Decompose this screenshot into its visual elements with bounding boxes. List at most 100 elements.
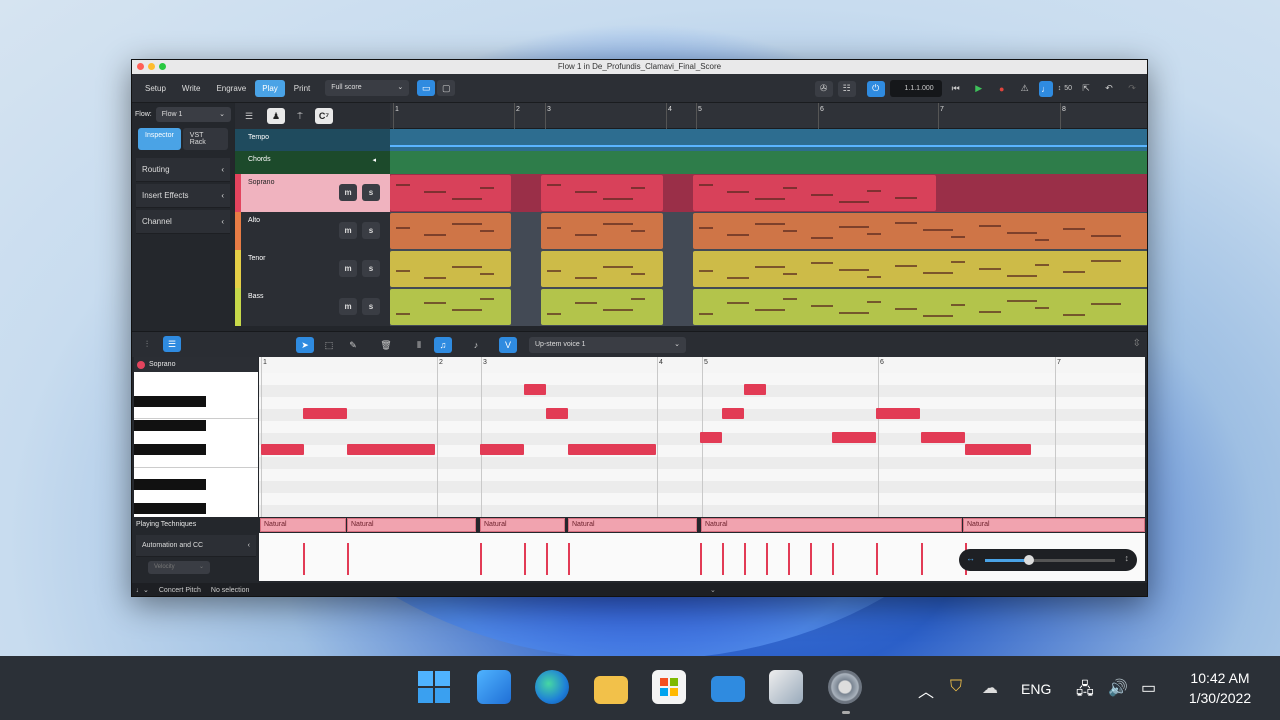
- midi-note[interactable]: [303, 408, 347, 419]
- midi-note[interactable]: [568, 444, 656, 455]
- midi-note[interactable]: [832, 432, 876, 443]
- region-block[interactable]: [541, 251, 663, 287]
- dorico-app-icon[interactable]: [769, 670, 803, 704]
- zoom-control[interactable]: ↔ ↕: [959, 549, 1137, 571]
- tab-inspector[interactable]: Inspector: [138, 128, 181, 150]
- velocity-bar[interactable]: [722, 543, 724, 575]
- power-icon[interactable]: ⏻: [866, 80, 885, 97]
- region-block[interactable]: [693, 175, 936, 211]
- volume-icon[interactable]: 🔊: [1108, 678, 1128, 698]
- velocity-bar[interactable]: [921, 543, 923, 575]
- midi-note[interactable]: [480, 444, 524, 455]
- chord-icon[interactable]: C⁷: [315, 108, 333, 124]
- midi-note[interactable]: [347, 444, 435, 455]
- waveform-icon[interactable]: ⫴: [410, 337, 428, 353]
- tab-vst-rack[interactable]: VST Rack: [182, 128, 228, 150]
- close-window-button[interactable]: [137, 63, 144, 70]
- velocity-bar[interactable]: [568, 543, 570, 575]
- velocity-bar[interactable]: [788, 543, 790, 575]
- rewind-icon[interactable]: ⏮: [947, 81, 965, 97]
- region-block[interactable]: [541, 289, 663, 325]
- region-block[interactable]: [390, 289, 511, 325]
- network-icon[interactable]: 🖧: [1076, 678, 1094, 705]
- midi-note[interactable]: [722, 408, 744, 419]
- note-icon[interactable]: ♩⌄: [136, 586, 149, 594]
- metronome-icon[interactable]: ⚠: [1016, 81, 1034, 97]
- widgets-icon[interactable]: [477, 670, 511, 704]
- note-input-icon[interactable]: ♫: [434, 337, 452, 353]
- tenor-lane[interactable]: [390, 250, 1147, 288]
- show-hidden-icons-icon[interactable]: ︿: [918, 678, 934, 702]
- track-header-soprano[interactable]: Soprano m s: [235, 174, 390, 212]
- mixer-icon[interactable]: ☷: [837, 80, 856, 97]
- concert-pitch-label[interactable]: Concert Pitch: [159, 587, 201, 594]
- chords-lane[interactable]: [390, 151, 1147, 174]
- marquee-tool-icon[interactable]: ⬚: [320, 337, 338, 353]
- zoom-slider-handle[interactable]: [1024, 555, 1034, 565]
- solo-button[interactable]: s: [362, 260, 380, 277]
- editor-tools-icon[interactable]: ☰: [163, 336, 181, 352]
- layout-select[interactable]: Full score ⌄: [325, 80, 410, 96]
- voice-icon[interactable]: V: [499, 337, 517, 353]
- mute-button[interactable]: m: [339, 260, 357, 277]
- technique-block[interactable]: Natural: [568, 518, 697, 532]
- track-header-tenor[interactable]: Tenor m s: [235, 250, 390, 288]
- battery-icon[interactable]: ▭: [1141, 678, 1156, 698]
- track-header-bass[interactable]: Bass m s: [235, 288, 390, 326]
- velocity-select[interactable]: Velocity ⌄: [148, 561, 210, 574]
- region-block[interactable]: [390, 251, 511, 287]
- bass-lane[interactable]: [390, 288, 1147, 326]
- mode-setup-button[interactable]: Setup: [138, 80, 173, 97]
- tempo-display[interactable]: ↕ 50: [1058, 85, 1072, 92]
- expand-editor-icon[interactable]: ⇳: [1133, 338, 1141, 349]
- mode-print-button[interactable]: Print: [287, 80, 317, 97]
- velocity-bar[interactable]: [832, 543, 834, 575]
- onedrive-cloud-icon[interactable]: ☁: [982, 678, 998, 698]
- pointer-tool-icon[interactable]: ➤: [296, 337, 314, 353]
- velocity-bar[interactable]: [876, 543, 878, 575]
- midi-note[interactable]: [700, 432, 722, 443]
- flow-select[interactable]: Flow 1 ⌄: [155, 107, 231, 122]
- draw-tool-icon[interactable]: ✎: [344, 337, 362, 353]
- region-block[interactable]: [693, 213, 1147, 249]
- region-block[interactable]: [693, 251, 1147, 287]
- clock[interactable]: 10:42 AM 1/30/2022: [1180, 668, 1260, 708]
- solo-button[interactable]: s: [362, 222, 380, 239]
- video-reel-icon[interactable]: ✇: [814, 80, 833, 97]
- velocity-bar[interactable]: [347, 543, 349, 575]
- midi-note[interactable]: [546, 408, 568, 419]
- page-view-icon[interactable]: ▢: [437, 80, 456, 96]
- section-channel[interactable]: Channel ‹: [136, 210, 230, 234]
- technique-block[interactable]: Natural: [347, 518, 476, 532]
- velocity-bar[interactable]: [303, 543, 305, 575]
- undo-icon[interactable]: ↶: [1100, 81, 1118, 97]
- solo-button[interactable]: s: [362, 184, 380, 201]
- note-length-icon[interactable]: ♪: [467, 337, 485, 353]
- region-block[interactable]: [390, 175, 511, 211]
- settings-gear-icon[interactable]: [828, 670, 862, 704]
- velocity-bar[interactable]: [810, 543, 812, 575]
- windows-start-icon[interactable]: [417, 670, 451, 704]
- region-block[interactable]: [541, 175, 663, 211]
- mute-button[interactable]: m: [339, 222, 357, 239]
- technique-block[interactable]: Natural: [963, 518, 1145, 532]
- minimize-window-button[interactable]: [148, 63, 155, 70]
- language-indicator[interactable]: ENG: [1021, 681, 1051, 697]
- soprano-lane[interactable]: [390, 174, 1147, 212]
- midi-note[interactable]: [921, 432, 965, 443]
- section-insert-effects[interactable]: Insert Effects ‹: [136, 184, 230, 208]
- mail-icon[interactable]: [711, 676, 745, 702]
- region-block[interactable]: [693, 289, 1147, 325]
- technique-block[interactable]: Natural: [480, 518, 565, 532]
- chevron-down-icon[interactable]: ⌄: [710, 586, 716, 594]
- midi-note[interactable]: [524, 384, 546, 395]
- velocity-lane[interactable]: ↔ ↕: [259, 533, 1145, 581]
- midi-note[interactable]: [965, 444, 1031, 455]
- chords-track-header[interactable]: Chords ◂: [235, 151, 390, 174]
- section-routing[interactable]: Routing ‹: [136, 158, 230, 182]
- region-block[interactable]: [936, 175, 1147, 211]
- automation-cc-section[interactable]: Automation and CC ‹: [136, 535, 256, 557]
- velocity-bar[interactable]: [766, 543, 768, 575]
- mode-engrave-button[interactable]: Engrave: [209, 80, 253, 97]
- file-explorer-icon[interactable]: [594, 676, 628, 704]
